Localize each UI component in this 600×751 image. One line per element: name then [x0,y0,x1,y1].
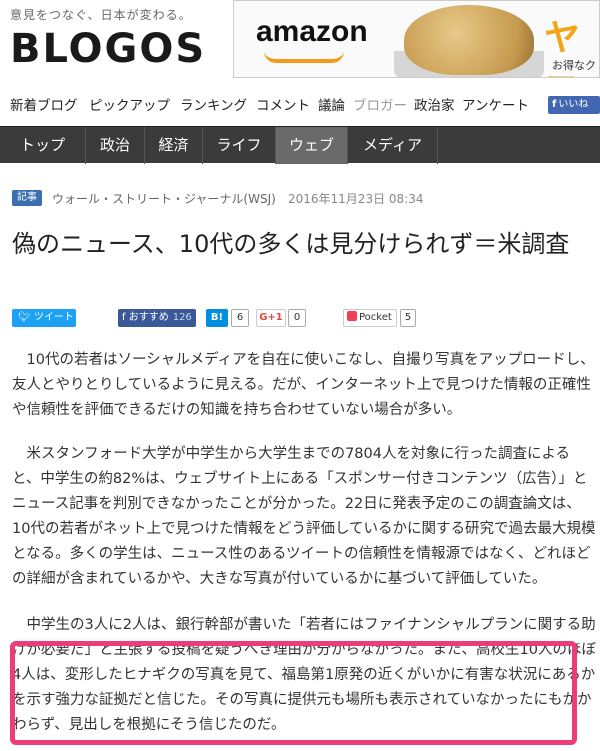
tab-web[interactable]: ウェブ [276,127,348,164]
subnav-ranking[interactable]: ランキング [180,94,247,114]
tab-life[interactable]: ライフ [203,127,276,164]
site-logo[interactable]: BLOGOS [10,26,206,72]
google-plus-count: 0 [288,309,306,327]
like-label: いいね [558,99,589,110]
amazon-smile-icon [264,51,344,63]
subnav-debate[interactable]: 議論 [318,94,345,114]
ad-subtext: お得なク [552,59,596,72]
article-date: 2016年11月23日 08:34 [288,192,424,206]
pocket-icon [347,311,357,321]
banner-ad[interactable]: amazon ヤフ お得なク [233,0,600,78]
ad-brand: amazon [256,15,368,48]
tab-top[interactable]: トップ [0,127,86,164]
subnav-politicians[interactable]: 政治家 [414,94,455,114]
tab-politics[interactable]: 政治 [86,127,145,164]
subnav-comments[interactable]: コメント [256,94,310,114]
subnav-bloggers[interactable]: ブロガー [353,94,407,114]
facebook-icon: f [122,312,129,323]
fb-recommend-label: おすすめ [128,312,169,323]
pocket-count: 5 [400,309,416,327]
facebook-recommend-button[interactable]: f おすすめ 126 [118,309,196,327]
subnav-pickup[interactable]: ピックアップ [89,94,170,114]
highlight-box [10,641,577,745]
tweet-label: ツイート [33,312,74,323]
google-plus-button[interactable]: G+1 [256,309,286,327]
pocket-label: Pocket [359,312,392,323]
fb-recommend-count: 126 [172,312,192,323]
pocket-button[interactable]: Pocket [343,309,397,327]
article-source[interactable]: ウォール・ストリート・ジャーナル(WSJ) [52,190,276,207]
category-badge: 記事 [12,190,42,206]
tab-economy[interactable]: 経済 [145,127,203,164]
site-tagline: 意見をつなぐ、日本が変わる。 [10,8,192,22]
main-navigation: トップ 政治 経済 ライフ ウェブ メディア [0,126,600,164]
hatena-count: 6 [231,309,249,327]
tweet-button[interactable]: 🐦︎ ツイート [12,309,76,327]
sub-navigation: 新着ブログ ピックアップ ランキング コメント 議論 ブロガー 政治家 アンケー… [0,94,600,116]
tab-media[interactable]: メディア [348,127,438,164]
article-paragraph: 米スタンフォード大学が中学生から大学生までの7804人を対象に行った調査によると… [12,446,596,587]
rice-image [404,5,534,75]
article-paragraph: 10代の若者はソーシャルメディアを自在に使いこなし、自撮り写真をアップロードし、… [12,352,595,418]
hatena-bookmark-button[interactable]: B! [206,309,228,327]
facebook-icon: f [552,99,557,110]
site-header: 意見をつなぐ、日本が変わる。 BLOGOS amazon ヤフ お得なク [0,0,600,86]
subnav-new-blogs[interactable]: 新着ブログ [10,94,78,114]
twitter-icon: 🐦︎ [18,312,34,323]
article-title: 偽のニュース、10代の多くは見分けられず＝米調査 [12,230,570,258]
facebook-like-button[interactable]: f いいね [548,96,600,114]
subnav-survey[interactable]: アンケート [462,94,529,114]
